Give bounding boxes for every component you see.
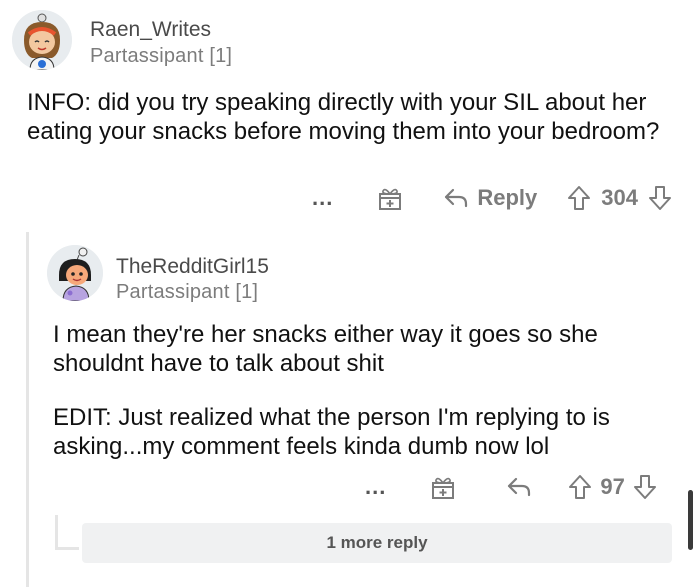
reply-arrow-icon xyxy=(508,477,531,497)
user-flair: Partassipant [1] xyxy=(116,281,259,303)
comment-body-edit: EDIT: Just realized what the person I'm … xyxy=(53,404,610,460)
gift-icon xyxy=(432,477,455,499)
nested-thread-line[interactable] xyxy=(55,515,58,550)
upvote-button[interactable] xyxy=(568,474,592,500)
more-replies-button[interactable]: 1 more reply xyxy=(82,523,672,563)
username[interactable]: TheRedditGirl15 xyxy=(116,255,269,279)
downvote-button[interactable] xyxy=(633,474,657,500)
reply-label: Reply xyxy=(477,185,538,210)
comment-body: I mean they're her snacks either way it … xyxy=(53,321,598,377)
award-button[interactable] xyxy=(430,474,456,500)
comment-body: INFO: did you try speaking directly with… xyxy=(27,89,660,145)
reply-button[interactable] xyxy=(506,476,532,498)
upvote-arrow-icon xyxy=(568,186,591,210)
comment-action-bar: ... Reply 304 xyxy=(312,183,672,213)
vote-score: 97 xyxy=(600,474,625,499)
more-options-button[interactable]: ... xyxy=(312,185,333,211)
avatar[interactable] xyxy=(47,245,103,301)
upvote-arrow-icon xyxy=(569,475,592,499)
nested-thread-connector xyxy=(55,547,79,550)
downvote-button[interactable] xyxy=(648,185,672,211)
more-options-button[interactable]: ... xyxy=(365,474,386,500)
downvote-arrow-icon xyxy=(633,475,656,499)
gift-icon xyxy=(379,188,402,210)
downvote-arrow-icon xyxy=(648,186,671,210)
upvote-button[interactable] xyxy=(567,185,591,211)
vote-score: 304 xyxy=(601,185,638,210)
user-flair: Partassipant [1] xyxy=(90,45,233,67)
avatar[interactable] xyxy=(12,10,72,70)
scrollbar-thumb[interactable] xyxy=(688,490,693,550)
award-button[interactable] xyxy=(377,185,403,211)
user-avatar-icon xyxy=(12,10,72,70)
username[interactable]: Raen_Writes xyxy=(90,18,211,42)
reply-arrow-icon xyxy=(445,188,468,208)
thread-line[interactable] xyxy=(26,232,29,587)
comment-action-bar: ... 97 xyxy=(365,472,657,502)
reply-button[interactable]: Reply xyxy=(443,185,537,211)
user-avatar-icon xyxy=(47,245,103,301)
